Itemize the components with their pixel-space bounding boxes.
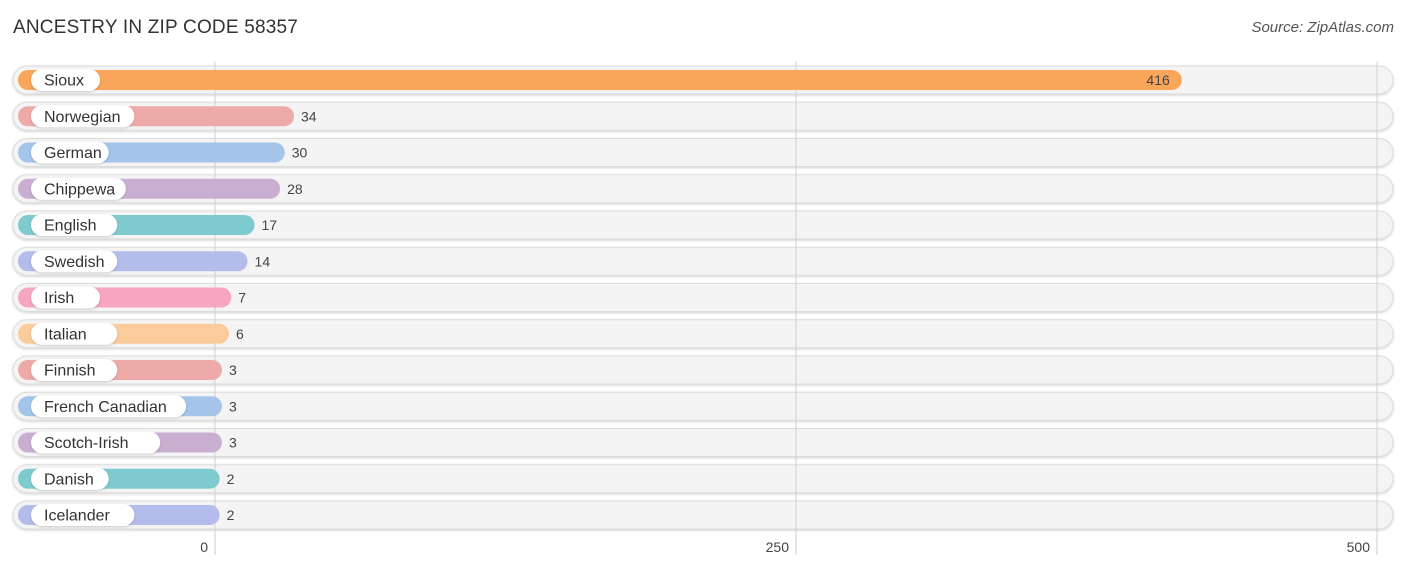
category-label: Finnish [44, 363, 96, 380]
category-label: French Canadian [44, 399, 167, 416]
bar[interactable] [18, 70, 1182, 90]
value-label: 2 [227, 507, 235, 523]
value-label: 34 [301, 108, 317, 124]
category-label: Irish [44, 290, 74, 307]
value-label: 7 [238, 290, 246, 306]
value-label: 3 [229, 435, 237, 451]
value-label: 30 [292, 145, 308, 161]
value-label: 6 [236, 326, 244, 342]
category-label: Sioux [44, 73, 84, 90]
value-label: 28 [287, 181, 303, 197]
x-tick-label: 250 [766, 539, 790, 555]
value-label: 3 [229, 362, 237, 378]
category-label: German [44, 145, 102, 162]
category-label: English [44, 218, 96, 235]
bar-track [12, 464, 1394, 494]
category-label: Norwegian [44, 109, 120, 126]
bar-track [12, 500, 1394, 530]
category-label: Swedish [44, 254, 104, 271]
x-tick-label: 500 [1347, 539, 1371, 555]
x-tick-label: 0 [200, 539, 208, 555]
value-label: 17 [262, 217, 278, 233]
category-label: Icelander [44, 508, 110, 525]
value-label: 416 [1146, 72, 1170, 88]
category-label: Chippewa [44, 181, 115, 198]
value-label: 3 [229, 398, 237, 414]
category-label: Danish [44, 471, 94, 488]
bar-chart: Sioux 416Norwegian 34German 30Chippewa 28Eng… [12, 62, 1394, 555]
value-label: 2 [227, 471, 235, 487]
category-label: Scotch-Irish [44, 435, 128, 452]
value-label: 14 [255, 253, 271, 269]
category-label: Italian [44, 326, 87, 343]
